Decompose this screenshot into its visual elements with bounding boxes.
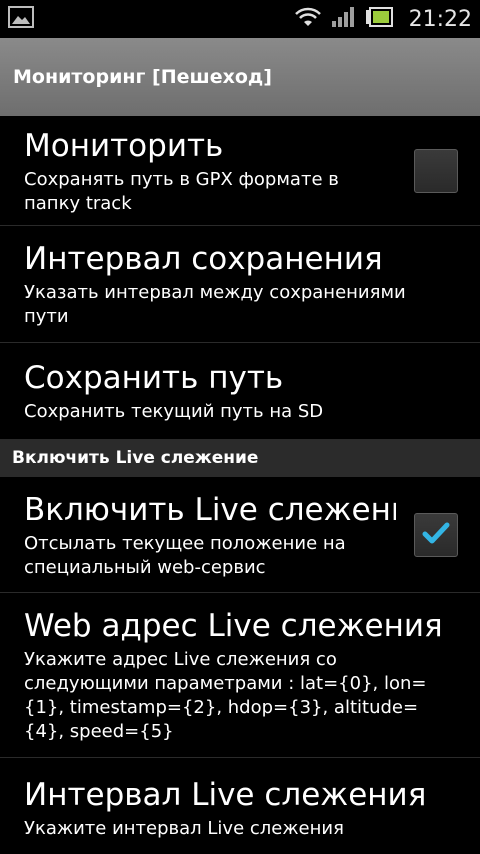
pref-title: Включить Live слежение <box>24 491 396 528</box>
pref-save-track[interactable]: Сохранить путь Сохранить текущий путь на… <box>0 343 480 440</box>
pref-live-url[interactable]: Web адрес Live слежения Укажите адрес Li… <box>0 593 480 758</box>
wifi-icon <box>294 6 321 32</box>
pref-save-interval[interactable]: Интервал сохранения Указать интервал меж… <box>0 226 480 343</box>
page-title: Мониторинг [Пешеход] <box>13 66 272 88</box>
image-notification-icon <box>8 6 34 32</box>
screen: 21:22 Мониторинг [Пешеход] Мониторить Со… <box>0 0 480 854</box>
pref-live-interval[interactable]: Интервал Live слежения Укажите интервал … <box>0 758 480 854</box>
pref-summary: Укажите интервал Live слежения <box>24 818 344 839</box>
category-label: Включить Live слежение <box>12 448 259 468</box>
pref-title: Мониторить <box>24 127 224 164</box>
category-header-live: Включить Live слежение <box>0 439 480 477</box>
pref-title: Web адрес Live слежения <box>24 608 443 644</box>
status-time: 21:22 <box>408 6 472 32</box>
pref-summary: Укажите адрес Live слежения со следующим… <box>24 649 427 742</box>
pref-summary: Сохранить текущий путь на SD <box>24 401 324 422</box>
status-bar: 21:22 <box>0 0 480 38</box>
pref-title: Сохранить путь <box>24 360 284 396</box>
pref-title: Интервал Live слежения <box>24 777 427 813</box>
monitor-checkbox[interactable] <box>414 148 458 193</box>
checkmark-icon <box>421 520 451 550</box>
pref-summary: Отсылать текущее положение на специальны… <box>24 532 346 578</box>
pref-summary: Указать интервал между сохранениями пути <box>24 282 406 327</box>
signal-icon <box>331 6 355 32</box>
pref-summary: Сохранять путь в GPX формате в папку tra… <box>24 168 339 214</box>
title-bar: Мониторинг [Пешеход] <box>0 38 480 116</box>
battery-icon <box>365 6 393 32</box>
pref-title: Интервал сохранения <box>24 241 383 277</box>
pref-enable-live[interactable]: Включить Live слежение Отсылать текущее … <box>0 477 480 593</box>
enable-live-checkbox[interactable] <box>414 512 458 557</box>
pref-monitor[interactable]: Мониторить Сохранять путь в GPX формате … <box>0 116 480 226</box>
